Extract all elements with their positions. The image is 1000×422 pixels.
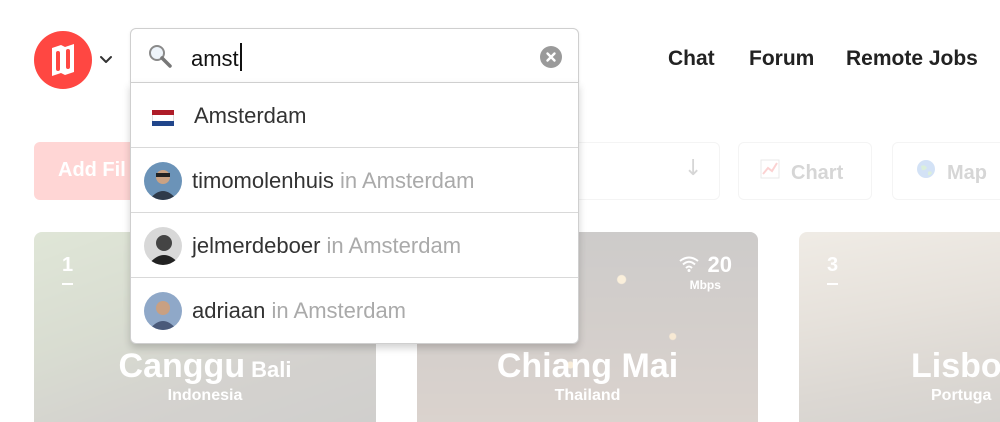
city-rank: 1 xyxy=(62,254,74,285)
suggestion-location: in Amsterdam xyxy=(326,233,462,258)
city-name: Chiang Mai xyxy=(496,347,679,385)
globe-icon xyxy=(915,159,937,184)
city-country: Indonesia xyxy=(167,387,243,404)
close-icon xyxy=(546,52,556,62)
speed-value: 20 xyxy=(707,252,732,277)
suggestion-user-adriaan[interactable]: adriaan in Amsterdam xyxy=(131,278,578,343)
chart-button-label: Chart xyxy=(791,162,844,184)
city-country: Thailand xyxy=(554,387,621,404)
city-region: Bali xyxy=(251,357,292,382)
map-button[interactable]: Map xyxy=(892,142,1000,200)
city-card[interactable]: 3 Lisbo Portuga xyxy=(799,232,1000,422)
speed-unit: Mbps xyxy=(689,278,721,292)
nav-chat[interactable]: Chat xyxy=(668,47,715,71)
wifi-icon xyxy=(678,256,704,276)
city-name: Canggu Bali xyxy=(118,347,292,385)
chevron-down-icon[interactable] xyxy=(99,53,113,67)
avatar xyxy=(144,162,182,200)
avatar xyxy=(144,292,182,330)
sort-direction-icon[interactable]: ↓ xyxy=(684,156,702,181)
suggestion-user-timomolenhuis[interactable]: timomolenhuis in Amsterdam xyxy=(131,148,578,213)
chart-button[interactable]: Chart xyxy=(738,142,872,200)
map-button-label: Map xyxy=(947,162,987,184)
text-cursor xyxy=(239,43,242,71)
internet-speed: 20 Mbps xyxy=(678,252,732,292)
suggestion-label: adriaan in Amsterdam xyxy=(192,298,407,323)
suggestion-location: in Amsterdam xyxy=(271,298,407,323)
netherlands-flag-icon xyxy=(152,110,174,126)
suggestion-label: jelmerdeboer in Amsterdam xyxy=(192,233,462,258)
nav-remote-jobs[interactable]: Remote Jobs xyxy=(846,47,978,71)
suggestion-user-jelmerdeboer[interactable]: jelmerdeboer in Amsterdam xyxy=(131,213,578,278)
chart-icon xyxy=(759,159,781,184)
search-query-text[interactable]: amst xyxy=(191,43,242,72)
avatar xyxy=(144,227,182,265)
city-country: Portuga xyxy=(931,387,992,404)
suggestion-label: timomolenhuis in Amsterdam xyxy=(192,168,475,193)
city-name: Lisbo xyxy=(911,347,1000,385)
search-icon xyxy=(147,43,173,73)
clear-search-button[interactable] xyxy=(540,46,562,68)
search-suggestions: Amsterdam timomolenhuis in Amsterdam jel… xyxy=(130,82,579,344)
nav-forum[interactable]: Forum xyxy=(749,47,814,71)
city-rank: 3 xyxy=(827,254,839,285)
logo-mark-icon xyxy=(52,44,74,76)
search-input[interactable]: amst xyxy=(130,28,579,83)
brand-logo[interactable] xyxy=(34,31,92,89)
suggestion-city-amsterdam[interactable]: Amsterdam xyxy=(131,83,578,148)
suggestion-label: Amsterdam xyxy=(194,103,307,128)
suggestion-location: in Amsterdam xyxy=(339,168,475,193)
